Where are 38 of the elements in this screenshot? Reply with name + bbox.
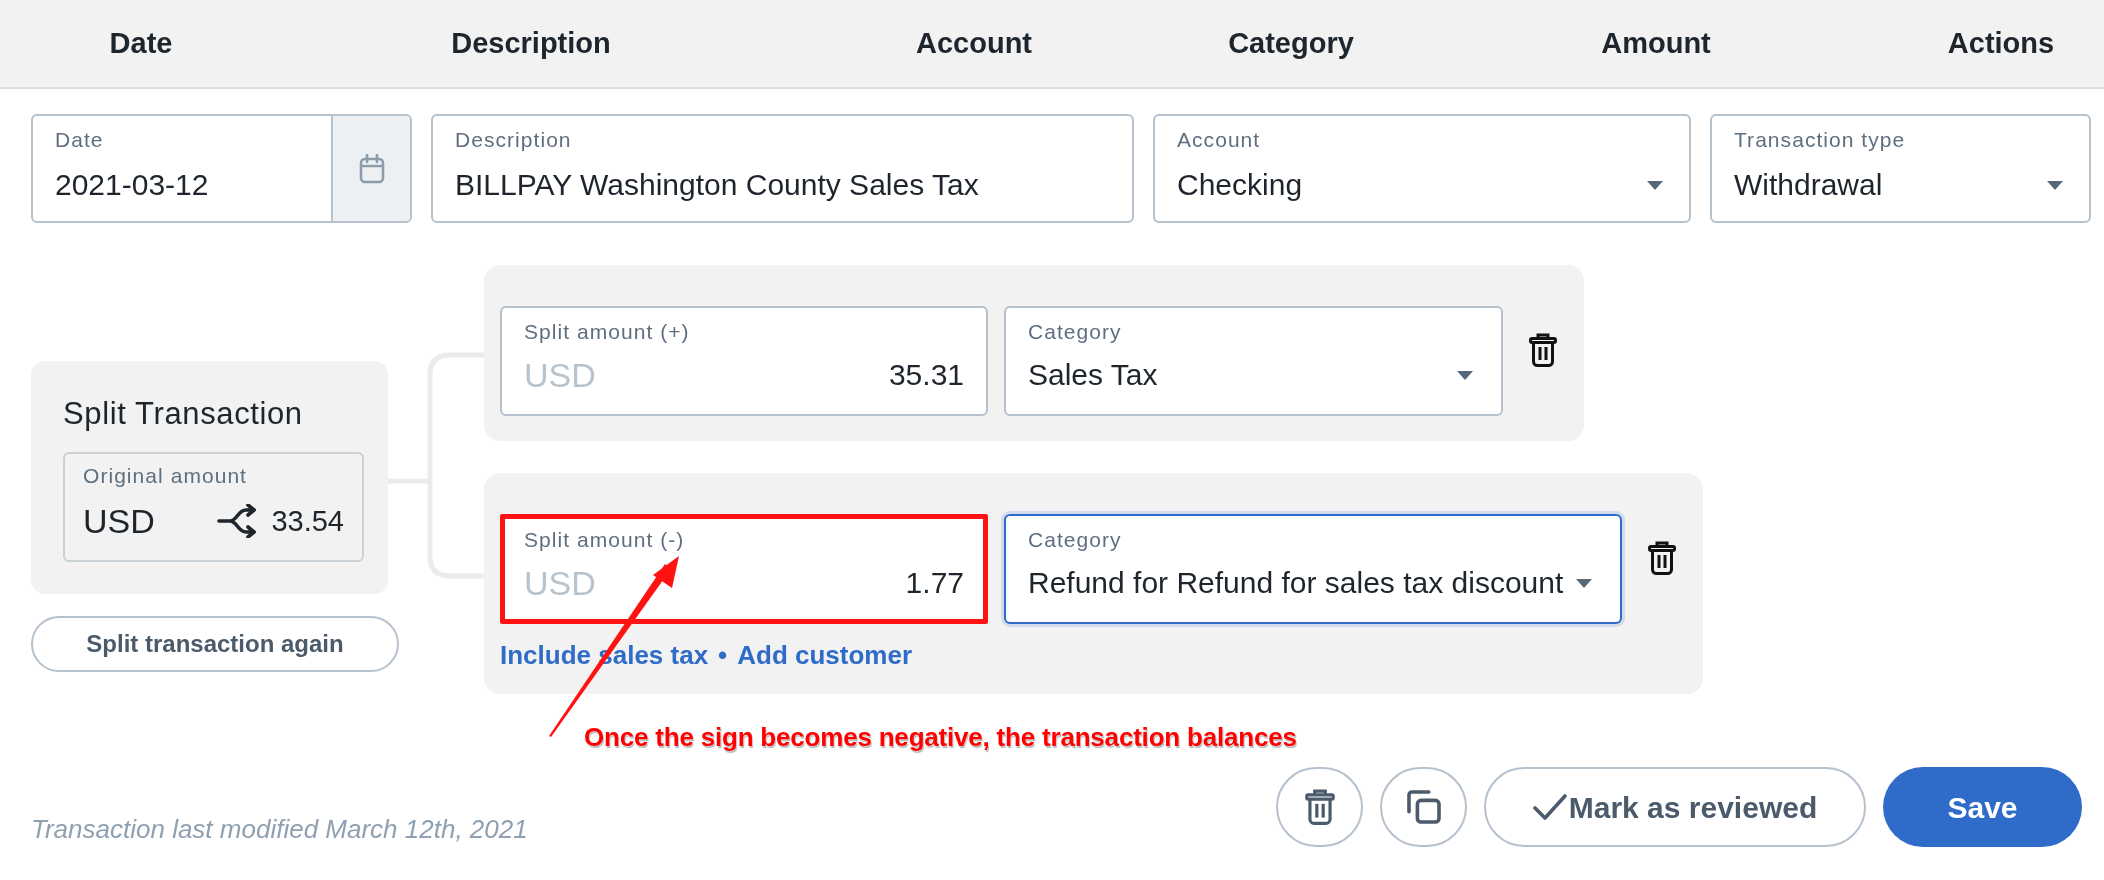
field-label: Original amount: [83, 463, 248, 489]
split-again-button[interactable]: Split transaction again: [31, 616, 399, 672]
caret-icon: [1647, 180, 1663, 190]
column-header: Date: [109, 26, 173, 61]
column-header: Category: [1228, 26, 1354, 61]
column-header: Description: [451, 26, 611, 61]
account-select[interactable]: Account Checking: [1153, 114, 1691, 223]
trash-icon: [1304, 789, 1335, 825]
category-select[interactable]: Category Sales Tax: [1004, 306, 1503, 416]
copy-icon: [1405, 789, 1442, 825]
caret-icon: [1576, 578, 1593, 588]
trash-icon: [1648, 541, 1677, 575]
delete-split-button[interactable]: [1529, 333, 1557, 367]
column-header: Actions: [1947, 26, 2055, 61]
mark-reviewed-button[interactable]: Mark as reviewed: [1484, 767, 1866, 847]
date-field[interactable]: Date 2021-03-12: [31, 114, 412, 223]
currency-label: USD: [83, 501, 156, 542]
caret-icon: [2047, 180, 2063, 190]
split-icon: [217, 504, 258, 538]
calendar-icon: [358, 153, 385, 184]
split-amount-field[interactable]: Split amount (-) USD 1.77: [500, 514, 988, 624]
check-icon: [1532, 793, 1567, 821]
trash-icon: [1529, 333, 1557, 367]
column-header: Account: [916, 26, 1032, 61]
description-field[interactable]: Description BILLPAY Washington County Sales Tax: [431, 114, 1134, 223]
category-select[interactable]: Category Refund for Refund for sales tax discount: [1004, 514, 1623, 624]
link-separator: •: [718, 641, 728, 669]
save-button[interactable]: Save: [1883, 767, 2082, 847]
add-customer-link[interactable]: Add customer: [737, 641, 913, 669]
card-title: Split Transaction: [63, 395, 304, 433]
column-header: Amount: [1601, 26, 1711, 61]
split-amount-field[interactable]: Split amount (+) USD 35.31: [500, 306, 988, 416]
last-modified-text: Transaction last modified March 12th, 2021: [31, 813, 528, 845]
annotation-text: Once the sign becomes negative, the transaction balances: [584, 721, 1297, 754]
caret-icon: [1457, 370, 1473, 380]
transaction-type-select[interactable]: Transaction type Withdrawal: [1710, 114, 2091, 223]
delete-split-button[interactable]: [1648, 541, 1677, 575]
amount-value: 33.54: [271, 504, 344, 539]
